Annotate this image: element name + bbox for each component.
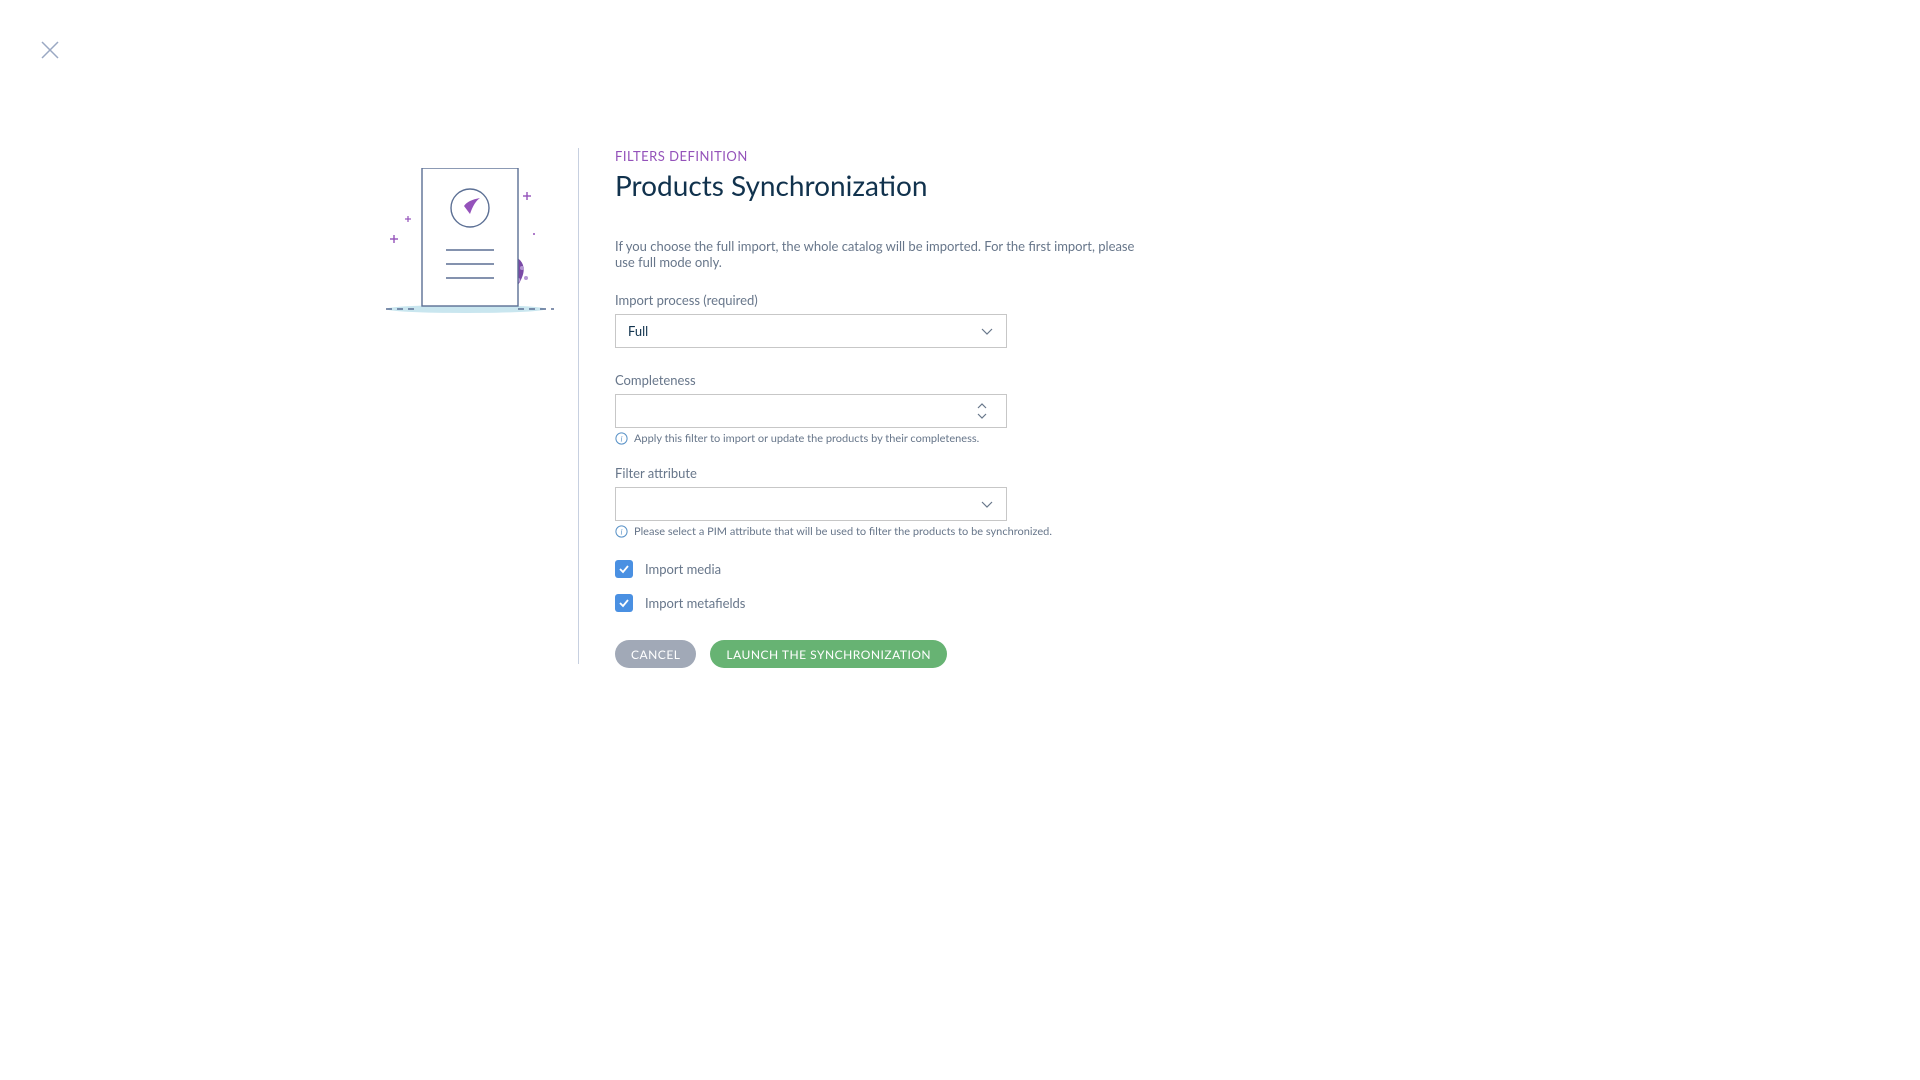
illustration (366, 168, 562, 313)
filter-attribute-helper: i Please select a PIM attribute that wil… (615, 525, 1155, 538)
description-text: If you choose the full import, the whole… (615, 238, 1155, 270)
completeness-helper-text: Apply this filter to import or update th… (634, 432, 979, 445)
illustration-column (350, 148, 578, 668)
close-button[interactable] (40, 40, 60, 60)
field-import-process: Import process (required) Full (615, 292, 1155, 348)
chevron-up-icon (976, 402, 988, 410)
svg-text:i: i (620, 528, 622, 537)
checkbox-box (615, 560, 633, 578)
modal-content: FILTERS DEFINITION Products Synchronizat… (350, 148, 1155, 668)
chevron-down-icon (980, 497, 994, 511)
launch-button[interactable]: LAUNCH THE SYNCHRONIZATION (710, 640, 947, 668)
eyebrow-label: FILTERS DEFINITION (615, 148, 1155, 164)
form-column: FILTERS DEFINITION Products Synchronizat… (615, 148, 1155, 668)
filter-attribute-select[interactable] (615, 487, 1007, 521)
chevron-down-icon (980, 324, 994, 338)
import-process-value: Full (628, 323, 648, 339)
checkbox-label: Import media (645, 561, 721, 577)
field-completeness: Completeness i Apply this filter to impo… (615, 372, 1155, 445)
checkbox-box (615, 594, 633, 612)
actions: CANCEL LAUNCH THE SYNCHRONIZATION (615, 640, 1155, 668)
vertical-divider (578, 148, 579, 664)
checkbox-import-metafields[interactable]: Import metafields (615, 594, 1155, 612)
svg-text:i: i (620, 435, 622, 444)
completeness-input[interactable] (615, 394, 1007, 428)
field-filter-attribute: Filter attribute i Please select a PIM a… (615, 465, 1155, 538)
info-icon: i (615, 432, 628, 445)
completeness-label: Completeness (615, 372, 1155, 388)
info-icon: i (615, 525, 628, 538)
check-icon (618, 563, 630, 575)
checkbox-label: Import metafields (645, 595, 745, 611)
import-process-label: Import process (required) (615, 292, 1155, 308)
filter-attribute-label: Filter attribute (615, 465, 1155, 481)
checkbox-import-media[interactable]: Import media (615, 560, 1155, 578)
cancel-button[interactable]: CANCEL (615, 640, 696, 668)
chevron-down-icon (976, 412, 988, 420)
page-title: Products Synchronization (615, 168, 1155, 202)
close-icon (40, 40, 60, 60)
check-icon (618, 597, 630, 609)
filter-attribute-helper-text: Please select a PIM attribute that will … (634, 525, 1052, 538)
import-process-select[interactable]: Full (615, 314, 1007, 348)
number-stepper[interactable] (976, 395, 998, 427)
completeness-helper: i Apply this filter to import or update … (615, 432, 1155, 445)
